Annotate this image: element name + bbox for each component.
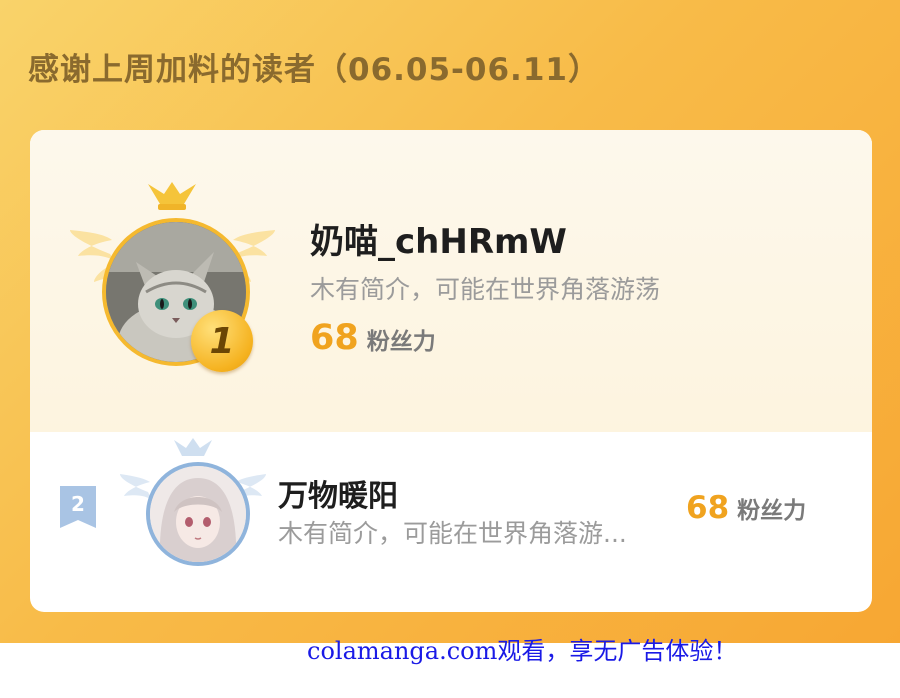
fan-power: 68 粉丝力 bbox=[310, 318, 436, 358]
reader-name[interactable]: 奶喵_chHRmW bbox=[310, 214, 567, 263]
anime-girl-avatar-image bbox=[150, 466, 246, 562]
fan-power-value: 68 bbox=[310, 318, 359, 358]
avatar[interactable] bbox=[146, 462, 250, 566]
reader-bio: 木有简介，可能在世界角落游荡 bbox=[310, 275, 661, 304]
fan-power: 68 粉丝力 bbox=[686, 490, 806, 526]
reader-name[interactable]: 万物暖阳 bbox=[278, 471, 398, 515]
reader-bio: 木有简介，可能在世界角落游... bbox=[278, 519, 627, 548]
fan-power-unit: 粉丝力 bbox=[366, 329, 436, 355]
rank-one-medal: 1 bbox=[191, 310, 253, 372]
fan-power-value: 68 bbox=[686, 490, 730, 526]
reader-ranking-card: 1 奶喵_chHRmW 木有简介，可能在世界角落游荡 68 粉丝力 2 万物暖阳… bbox=[30, 130, 872, 612]
rank-two-label: 2 bbox=[71, 492, 85, 516]
page-title: 感谢上周加料的读者（06.05-06.11） bbox=[28, 52, 600, 88]
rank-ribbon-icon: 2 bbox=[60, 486, 96, 528]
fan-power-unit: 粉丝力 bbox=[737, 498, 807, 524]
thanks-panel: 感谢上周加料的读者（06.05-06.11） 1 奶喵_chHRmW 木有简介，… bbox=[0, 0, 900, 643]
watermark-text: colamanga.com观看，享无广告体验！ bbox=[307, 637, 738, 665]
